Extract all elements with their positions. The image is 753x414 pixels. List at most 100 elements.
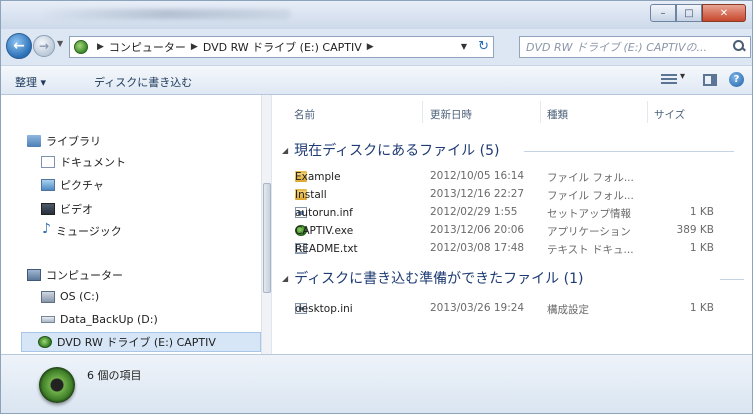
library-icon <box>27 135 41 147</box>
view-controls: ? <box>661 71 744 87</box>
breadcrumb-dvd-drive[interactable]: DVD RW ドライブ (E:) CAPTIV <box>203 39 362 55</box>
nav-item-pictures[interactable]: ピクチャ <box>41 177 104 193</box>
documents-icon <box>41 156 55 168</box>
search-box[interactable]: DVD RW ドライブ (E:) CAPTIVの... <box>519 36 751 58</box>
back-button[interactable]: ← <box>6 33 32 59</box>
address-dropdown-icon[interactable]: ▼ <box>461 42 467 51</box>
chevron-right-icon[interactable]: ▶ <box>367 42 374 52</box>
nav-label: OS (C:) <box>60 290 100 303</box>
details-pane: 6 個の項目 <box>1 354 752 413</box>
preview-pane-icon[interactable] <box>703 73 717 86</box>
file-list: 名前 更新日時 種類 サイズ ◢ 現在ディスクにあるファイル (5) Examp… <box>272 95 752 354</box>
nav-item-libraries[interactable]: ライブラリ <box>27 133 101 149</box>
nav-label: DVD RW ドライブ (E:) CAPTIV <box>57 336 216 349</box>
nav-label: ビデオ <box>60 203 93 216</box>
item-count: 6 個の項目 <box>87 369 142 382</box>
nav-item-os-drive[interactable]: OS (C:) <box>41 290 99 303</box>
group-header-on-disc[interactable]: ◢ 現在ディスクにあるファイル (5) <box>282 140 499 160</box>
address-bar[interactable]: ▶ コンピューター ▶ DVD RW ドライブ (E:) CAPTIV ▶ ▼ … <box>69 36 494 58</box>
group-divider <box>720 279 744 280</box>
maximize-button[interactable]: □ <box>676 4 702 22</box>
window-controls: – □ ✕ <box>650 4 746 22</box>
refresh-icon[interactable]: ↻ <box>478 39 489 54</box>
column-header-name[interactable]: 名前 <box>294 107 315 122</box>
file-row[interactable]: Example 2012/10/05 16:14 ファイル フォル... <box>272 169 742 186</box>
dvd-drive-icon <box>38 336 52 348</box>
recent-pages-dropdown-icon[interactable]: ▼ <box>57 39 63 48</box>
close-button[interactable]: ✕ <box>702 4 746 22</box>
minimize-button[interactable]: – <box>650 4 676 22</box>
nav-label: ピクチャ <box>60 179 104 192</box>
burn-to-disc-button[interactable]: ディスクに書き込む <box>94 74 192 90</box>
file-row[interactable]: Install 2013/12/16 22:27 ファイル フォル... <box>272 187 742 204</box>
help-icon[interactable]: ? <box>729 72 744 87</box>
group-title: ディスクに書き込む準備ができたファイル (1) <box>294 271 584 287</box>
command-bar: 整理 ▾ ディスクに書き込む ? <box>1 65 752 95</box>
file-row[interactable]: autorun.inf 2012/02/29 1:55 セットアップ情報 1 K… <box>272 205 742 222</box>
address-row: ← → ▼ ▶ コンピューター ▶ DVD RW ドライブ (E:) CAPTI… <box>1 29 752 65</box>
file-type: ファイル フォル... <box>547 190 634 202</box>
file-date: 2012/10/05 16:14 <box>430 170 525 182</box>
file-name: README.txt <box>295 243 358 255</box>
column-header-date[interactable]: 更新日時 <box>430 107 472 122</box>
column-header-type[interactable]: 種類 <box>547 107 568 122</box>
file-name: Install <box>295 189 327 201</box>
os-drive-icon <box>41 290 55 303</box>
navigation-pane: ライブラリ ドキュメント ピクチャ ビデオ ミュージック コンピューター OS … <box>1 95 271 354</box>
nav-item-music[interactable]: ミュージック <box>41 221 122 239</box>
navigation-scrollbar[interactable] <box>261 95 271 354</box>
explorer-window: – □ ✕ ← → ▼ ▶ コンピューター ▶ DVD RW ドライブ (E:)… <box>0 0 753 414</box>
dvd-drive-icon <box>74 40 88 54</box>
nav-item-computer[interactable]: コンピューター <box>27 267 123 283</box>
chevron-right-icon[interactable]: ▶ <box>97 42 104 52</box>
videos-icon <box>41 203 55 215</box>
file-name: desktop.ini <box>295 303 353 315</box>
file-type: セットアップ情報 <box>547 208 631 220</box>
collapse-triangle-icon[interactable]: ◢ <box>282 146 288 155</box>
collapse-triangle-icon[interactable]: ◢ <box>282 274 288 283</box>
group-divider <box>524 151 734 152</box>
nav-item-backup-drive[interactable]: Data_BackUp (D:) <box>41 313 158 326</box>
window-title-blurred <box>41 9 291 19</box>
file-row[interactable]: README.txt 2012/03/08 17:48 テキスト ドキュ... … <box>272 241 742 258</box>
dvd-disc-icon <box>39 367 75 403</box>
column-header-size[interactable]: サイズ <box>654 107 685 122</box>
computer-icon <box>27 269 41 281</box>
nav-label: Data_BackUp (D:) <box>60 313 158 326</box>
nav-item-videos[interactable]: ビデオ <box>41 201 93 217</box>
file-name: Example <box>295 171 341 183</box>
title-bar[interactable]: – □ ✕ <box>1 1 752 29</box>
forward-button[interactable]: → <box>33 35 55 57</box>
file-size: 1 KB <box>689 242 714 254</box>
file-name: CAPTIV.exe <box>295 225 354 237</box>
nav-item-dvd-drive[interactable]: DVD RW ドライブ (E:) CAPTIV <box>21 332 261 352</box>
scrollbar-thumb[interactable] <box>263 183 271 293</box>
group-header-ready-to-burn[interactable]: ◢ ディスクに書き込む準備ができたファイル (1) <box>282 268 583 288</box>
file-type: 構成設定 <box>547 304 589 316</box>
file-size: 1 KB <box>689 302 714 314</box>
nav-label: ライブラリ <box>46 135 101 148</box>
file-row[interactable]: desktop.ini 2013/03/26 19:24 構成設定 1 KB <box>272 301 742 318</box>
breadcrumb-computer[interactable]: コンピューター <box>109 39 186 55</box>
file-date: 2013/03/26 19:24 <box>430 302 525 314</box>
file-type: ファイル フォル... <box>547 172 634 184</box>
file-type: テキスト ドキュ... <box>547 244 634 256</box>
change-view-icon[interactable] <box>661 71 685 86</box>
column-divider[interactable] <box>422 101 423 123</box>
file-type: アプリケーション <box>547 226 631 238</box>
column-divider[interactable] <box>647 101 648 123</box>
organize-button[interactable]: 整理 ▾ <box>15 74 46 90</box>
column-divider[interactable] <box>540 101 541 123</box>
file-row[interactable]: CAPTIV.exe 2013/12/06 20:06 アプリケーション 389… <box>272 223 742 240</box>
file-date: 2013/12/16 22:27 <box>430 188 525 200</box>
file-date: 2013/12/06 20:06 <box>430 224 525 236</box>
nav-label: ミュージック <box>56 225 122 238</box>
file-name: autorun.inf <box>295 207 353 219</box>
group-title: 現在ディスクにあるファイル (5) <box>294 143 500 159</box>
chevron-right-icon[interactable]: ▶ <box>191 42 198 52</box>
nav-item-documents[interactable]: ドキュメント <box>41 154 126 170</box>
search-placeholder: DVD RW ドライブ (E:) CAPTIVの... <box>526 41 708 54</box>
search-icon[interactable] <box>733 40 745 52</box>
file-size: 389 KB <box>676 224 714 236</box>
pictures-icon <box>41 179 55 191</box>
